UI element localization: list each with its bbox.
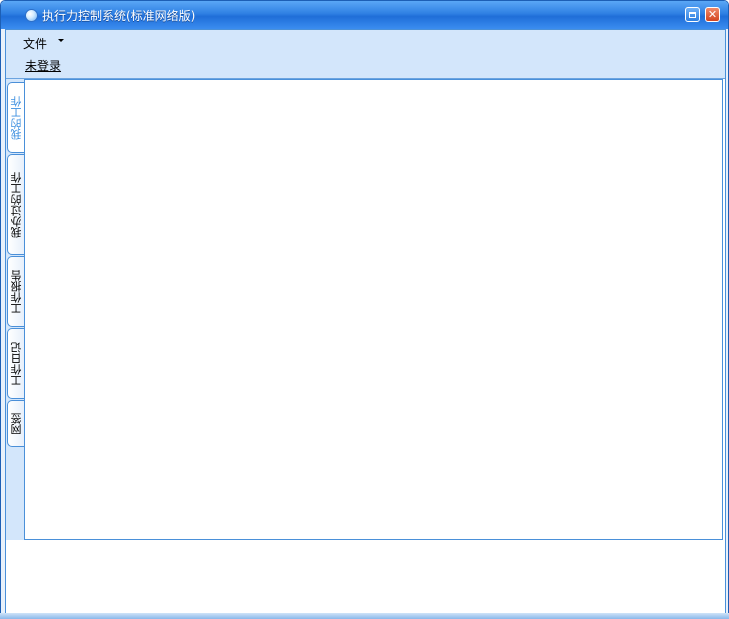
client-area: 文件 未登录 我的工作 我办过的工作 工作报告 工作日记 网签 xyxy=(5,29,726,616)
status-area xyxy=(6,541,725,615)
tab-work-report[interactable]: 工作报告 xyxy=(7,256,24,327)
restore-icon xyxy=(689,11,696,18)
close-icon: ✕ xyxy=(707,8,718,21)
tab-label: 我的工作 xyxy=(9,95,23,140)
title-bar[interactable]: 执行力控制系统(标准网络版) ✕ xyxy=(1,1,728,29)
restore-button[interactable] xyxy=(685,7,700,22)
menu-file[interactable]: 文件 xyxy=(23,35,47,52)
chevron-down-icon[interactable] xyxy=(58,39,64,42)
tab-online-sign[interactable]: 网签 xyxy=(7,400,24,447)
close-button[interactable]: ✕ xyxy=(705,7,720,22)
login-status-link[interactable]: 未登录 xyxy=(25,57,61,74)
app-icon xyxy=(25,9,38,22)
content-panel xyxy=(24,79,723,540)
tab-handled-work[interactable]: 我办过的工作 xyxy=(7,154,24,255)
tab-my-work[interactable]: 我的工作 xyxy=(7,82,24,153)
tab-label: 我办过的工作 xyxy=(9,171,23,238)
tab-label: 网签 xyxy=(9,412,23,435)
side-tab-strip: 我的工作 我办过的工作 工作报告 工作日记 网签 xyxy=(6,79,24,540)
window-bottom-border xyxy=(0,613,729,619)
menu-bar: 文件 未登录 xyxy=(6,30,725,79)
tab-label: 工作报告 xyxy=(9,269,23,314)
app-window: 执行力控制系统(标准网络版) ✕ 文件 未登录 我的工作 我办过的工作 工作报告… xyxy=(0,0,729,619)
tab-work-diary[interactable]: 工作日记 xyxy=(7,328,24,399)
tab-label: 工作日记 xyxy=(9,341,23,386)
window-title: 执行力控制系统(标准网络版) xyxy=(42,9,196,23)
